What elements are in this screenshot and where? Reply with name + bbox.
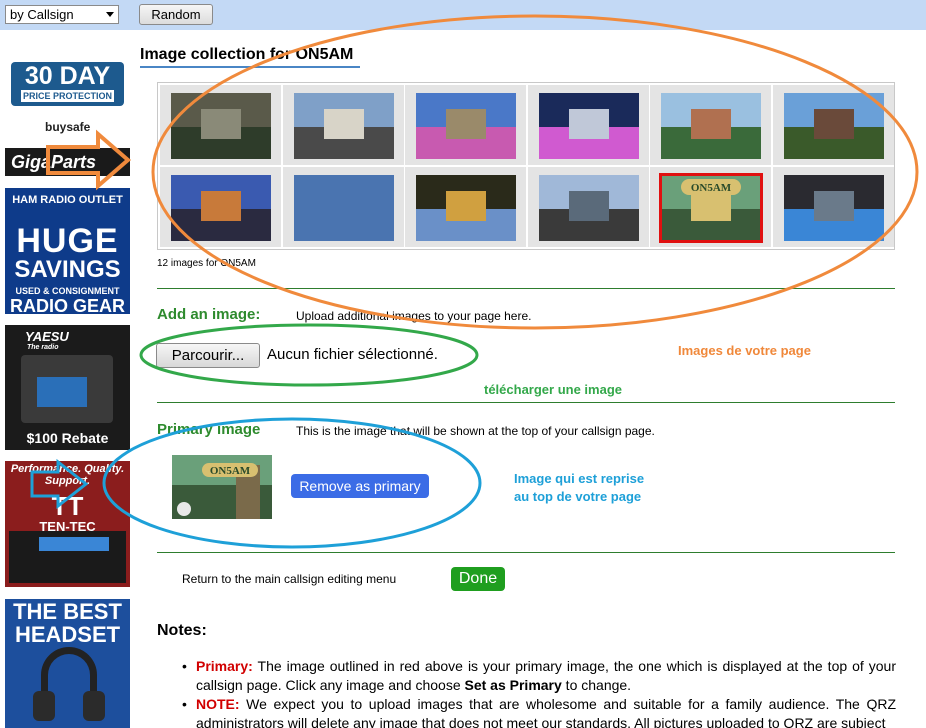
top-toolbar: by Callsign Random	[0, 0, 926, 30]
primary-image-heading: Primary image	[157, 421, 261, 438]
ad-subline: PRICE PROTECTION	[21, 90, 114, 102]
search-type-value: by Callsign	[10, 7, 74, 22]
yaesu-ad[interactable]: YAESU The radio $100 Rebate	[5, 325, 130, 450]
gallery-cell[interactable]	[405, 167, 526, 247]
title-underline	[140, 66, 360, 68]
ad-headline: THE BEST	[13, 599, 122, 624]
gallery-thumbnail[interactable]	[538, 93, 639, 159]
ad-headline: HUGE	[16, 222, 119, 260]
gallery-cell[interactable]	[527, 167, 649, 247]
gallery-thumbnail[interactable]	[171, 93, 271, 159]
done-button[interactable]: Done	[451, 567, 505, 591]
primary-gallery-thumbnail[interactable]: ON5AM	[659, 173, 763, 243]
gallery-thumbnail[interactable]	[783, 93, 884, 159]
gallery-cell[interactable]	[772, 167, 894, 247]
browse-button[interactable]: Parcourir...	[156, 343, 260, 368]
notes-heading: Notes:	[157, 622, 207, 639]
buysafe-logo: buysafe	[45, 120, 91, 134]
ad-headline: 30 DAY	[24, 62, 111, 90]
gallery-thumbnail[interactable]	[171, 175, 271, 241]
annotation-top-line1: Image qui est reprise	[514, 471, 645, 486]
ad-headline-2: SAVINGS	[14, 256, 121, 283]
gallery-cell[interactable]	[282, 167, 404, 247]
note-lead: NOTE:	[196, 696, 240, 712]
file-status: Aucun fichier sélectionné.	[267, 346, 438, 363]
gallery-cell[interactable]: ON5AM	[650, 167, 771, 247]
ad-brand: HAM RADIO OUTLET	[12, 194, 123, 206]
radio-image	[21, 355, 113, 423]
note-tail: to change.	[561, 677, 632, 693]
image-gallery: ON5AM	[157, 82, 895, 250]
gallery-cell[interactable]	[405, 85, 526, 165]
gallery-cell[interactable]	[160, 85, 281, 165]
notes-list: Primary: The image outlined in red above…	[182, 657, 896, 728]
note-lead: Primary:	[196, 658, 253, 674]
gallery-cell[interactable]	[160, 167, 281, 247]
note-item: Primary: The image outlined in red above…	[182, 657, 896, 695]
gallery-thumbnail[interactable]	[293, 93, 394, 159]
gallery-cell[interactable]	[282, 85, 404, 165]
gallery-thumbnail[interactable]	[293, 175, 394, 241]
divider	[157, 552, 895, 553]
remove-primary-button[interactable]: Remove as primary	[291, 474, 429, 498]
gallery-thumbnail[interactable]	[538, 175, 639, 241]
annotation-top-line2: au top de votre page	[514, 489, 642, 504]
gallery-thumbnail[interactable]	[416, 175, 516, 241]
ad-tagline: Performance. Quality. Support.	[10, 463, 125, 487]
ad-rebate: $100 Rebate	[26, 430, 109, 446]
ad-tagline: The radio	[27, 344, 59, 351]
gallery-cell[interactable]	[772, 85, 894, 165]
yaesu-logo: YAESU	[25, 329, 69, 344]
price-protection-badge: 30 DAY PRICE PROTECTION	[11, 62, 124, 106]
radio-display	[39, 537, 109, 551]
image-count: 12 images for ON5AM	[157, 258, 256, 269]
headset-ear-left	[33, 691, 55, 721]
set-primary-label: Set as Primary	[464, 677, 562, 693]
radio-screen	[37, 377, 87, 407]
gallery-thumbnail[interactable]	[661, 93, 761, 159]
annotation-images-page: Images de votre page	[678, 343, 811, 358]
return-text: Return to the main callsign editing menu	[182, 572, 397, 586]
primary-image-thumbnail[interactable]: ON5AM	[172, 455, 272, 519]
gallery-cell[interactable]	[650, 85, 771, 165]
divider	[157, 402, 895, 403]
annotation-upload: télécharger une image	[484, 382, 622, 397]
gallery-thumbnail[interactable]	[783, 175, 884, 241]
tentec-logo-mark: TT	[51, 491, 84, 521]
ad-headline-2: HEADSET	[14, 622, 121, 647]
note-item: NOTE: We expect you to upload images tha…	[182, 695, 896, 728]
page-title: Image collection for ON5AM	[140, 46, 354, 63]
primary-thumb-caption: ON5AM	[210, 465, 251, 477]
gigaparts-ad[interactable]: 30 DAY PRICE PROTECTION buysafe GigaPart…	[5, 50, 130, 176]
headset-ear-right	[83, 691, 105, 721]
add-image-heading: Add an image:	[157, 306, 261, 323]
gallery-thumbnail[interactable]	[416, 93, 516, 159]
gigaparts-logo: GigaParts	[5, 148, 130, 176]
divider	[157, 288, 895, 289]
random-button[interactable]: Random	[139, 4, 213, 25]
search-type-select[interactable]: by Callsign	[5, 5, 119, 24]
thumbnail-caption: ON5AM	[691, 182, 732, 194]
gallery-cell[interactable]	[527, 85, 649, 165]
primary-image-description: This is the image that will be shown at …	[296, 424, 655, 438]
hamradio-outlet-ad[interactable]: HAM RADIO OUTLET HUGE SAVINGS USED & CON…	[5, 188, 130, 314]
tentec-ad[interactable]: Performance. Quality. Support. TT TEN-TE…	[5, 461, 130, 587]
chevron-down-icon	[106, 12, 114, 17]
headset-ad[interactable]: THE BEST HEADSET	[5, 599, 130, 728]
radio-image	[9, 531, 126, 583]
note-text: We expect you to upload images that are …	[196, 696, 896, 728]
add-image-description: Upload additional images to your page he…	[296, 309, 532, 323]
ad-subline-2: RADIO GEAR	[9, 296, 125, 314]
